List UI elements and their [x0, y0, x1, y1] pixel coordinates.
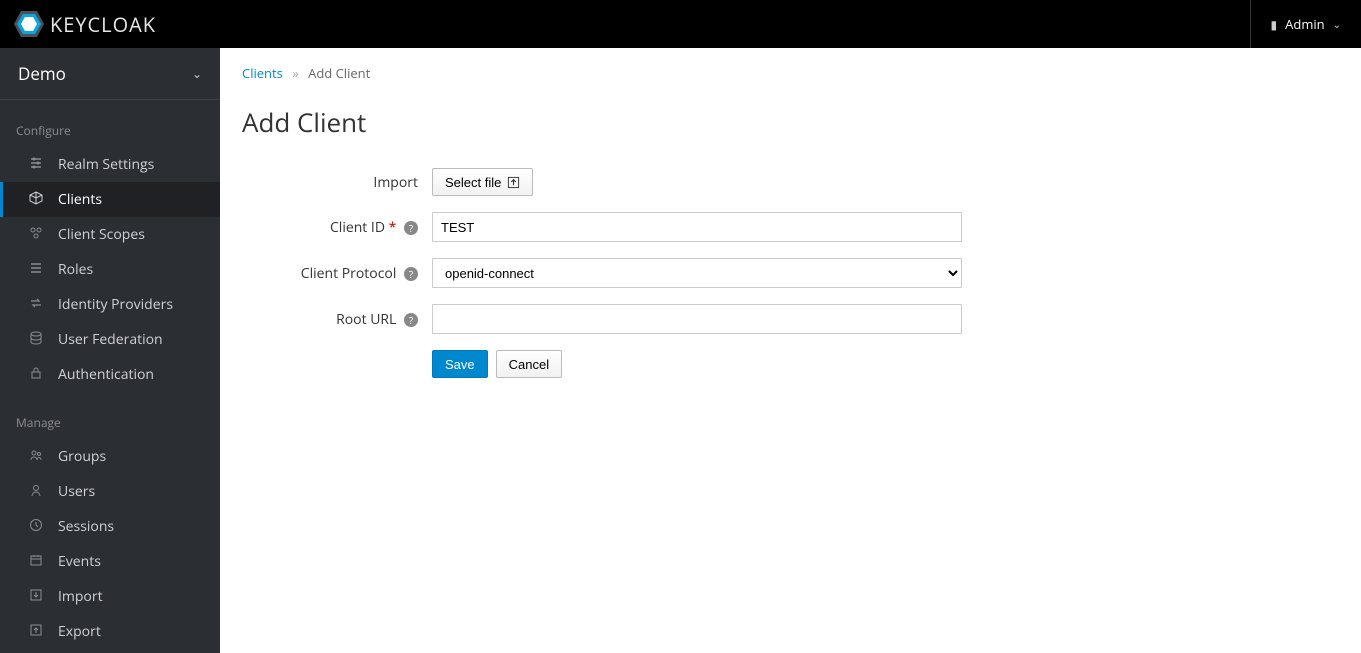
save-button[interactable]: Save: [432, 350, 488, 378]
list-icon: [28, 261, 44, 279]
sidebar-item-export[interactable]: Export: [0, 614, 220, 649]
export-icon: [28, 623, 44, 641]
required-marker: *: [389, 218, 397, 237]
exchange-icon: [28, 296, 44, 314]
breadcrumb: Clients » Add Client: [242, 64, 1339, 82]
brand-logo[interactable]: KEYCLOAK: [14, 11, 156, 38]
sidebar-item-label: User Federation: [58, 330, 163, 349]
sidebar-item-clients[interactable]: Clients: [0, 182, 220, 217]
chevron-down-icon: ⌄: [192, 65, 202, 82]
sidebar-item-label: Export: [58, 622, 101, 641]
brand-text: KEYCLOAK: [50, 11, 156, 38]
sidebar-item-groups[interactable]: Groups: [0, 439, 220, 474]
group-icon: [28, 448, 44, 466]
help-icon[interactable]: ?: [404, 313, 418, 327]
sidebar-item-authentication[interactable]: Authentication: [0, 357, 220, 392]
sidebar-item-label: Clients: [58, 190, 102, 209]
sidebar-item-label: Sessions: [58, 517, 114, 536]
clock-icon: [28, 518, 44, 536]
sidebar-item-label: Roles: [58, 260, 93, 279]
database-icon: [28, 331, 44, 349]
help-icon[interactable]: ?: [404, 267, 418, 281]
sliders-icon: [28, 156, 44, 174]
client-protocol-label: Client Protocol ?: [242, 264, 432, 283]
client-protocol-select[interactable]: openid-connectsaml: [432, 258, 962, 288]
root-url-label: Root URL ?: [242, 310, 432, 329]
import-icon: [28, 588, 44, 606]
root-url-input[interactable]: [432, 304, 962, 334]
page-title: Add Client: [242, 104, 1339, 140]
form-row-client-id: Client ID * ?: [242, 212, 1339, 242]
scopes-icon: [28, 226, 44, 244]
calendar-icon: [28, 553, 44, 571]
cube-icon: [28, 191, 44, 209]
sidebar-item-identity-providers[interactable]: Identity Providers: [0, 287, 220, 322]
import-file-icon: [507, 176, 520, 189]
topbar: KEYCLOAK ▮ Admin ⌄: [0, 0, 1361, 48]
client-id-label: Client ID * ?: [242, 218, 432, 237]
sidebar-item-users[interactable]: Users: [0, 474, 220, 509]
breadcrumb-parent[interactable]: Clients: [242, 64, 283, 82]
sidebar-item-label: Users: [58, 482, 95, 501]
sidebar-item-label: Authentication: [58, 365, 154, 384]
sidebar-item-label: Events: [58, 552, 101, 571]
lock-icon: [28, 366, 44, 384]
sidebar-item-sessions[interactable]: Sessions: [0, 509, 220, 544]
user-icon: ▮: [1271, 16, 1278, 33]
sidebar-item-label: Groups: [58, 447, 106, 466]
sidebar: Demo ⌄ Configure Realm Settings Clients …: [0, 48, 220, 653]
user-icon: [28, 483, 44, 501]
realm-name: Demo: [18, 62, 66, 85]
sidebar-item-label: Client Scopes: [58, 225, 145, 244]
form-row-client-protocol: Client Protocol ? openid-connectsaml: [242, 258, 1339, 288]
keycloak-logo-icon: [14, 11, 44, 37]
sidebar-item-label: Identity Providers: [58, 295, 173, 314]
cancel-button[interactable]: Cancel: [496, 350, 562, 378]
sidebar-item-user-federation[interactable]: User Federation: [0, 322, 220, 357]
breadcrumb-current: Add Client: [308, 64, 370, 82]
main-content: Clients » Add Client Add Client Import S…: [220, 48, 1361, 653]
sidebar-section-configure: Configure: [0, 100, 220, 147]
chevron-down-icon: ⌄: [1333, 17, 1341, 31]
user-menu[interactable]: ▮ Admin ⌄: [1250, 0, 1341, 48]
form-row-root-url: Root URL ?: [242, 304, 1339, 334]
sidebar-item-client-scopes[interactable]: Client Scopes: [0, 217, 220, 252]
client-id-input[interactable]: [432, 212, 962, 242]
import-label: Import: [242, 173, 432, 192]
sidebar-item-label: Import: [58, 587, 103, 606]
sidebar-item-label: Realm Settings: [58, 155, 154, 174]
user-name: Admin: [1285, 15, 1324, 33]
form-row-import: Import Select file: [242, 168, 1339, 196]
breadcrumb-separator: »: [286, 64, 304, 82]
sidebar-item-realm-settings[interactable]: Realm Settings: [0, 147, 220, 182]
realm-selector[interactable]: Demo ⌄: [0, 48, 220, 100]
sidebar-item-roles[interactable]: Roles: [0, 252, 220, 287]
sidebar-section-manage: Manage: [0, 392, 220, 439]
help-icon[interactable]: ?: [404, 221, 418, 235]
sidebar-item-events[interactable]: Events: [0, 544, 220, 579]
sidebar-item-import[interactable]: Import: [0, 579, 220, 614]
select-file-button[interactable]: Select file: [432, 168, 533, 196]
